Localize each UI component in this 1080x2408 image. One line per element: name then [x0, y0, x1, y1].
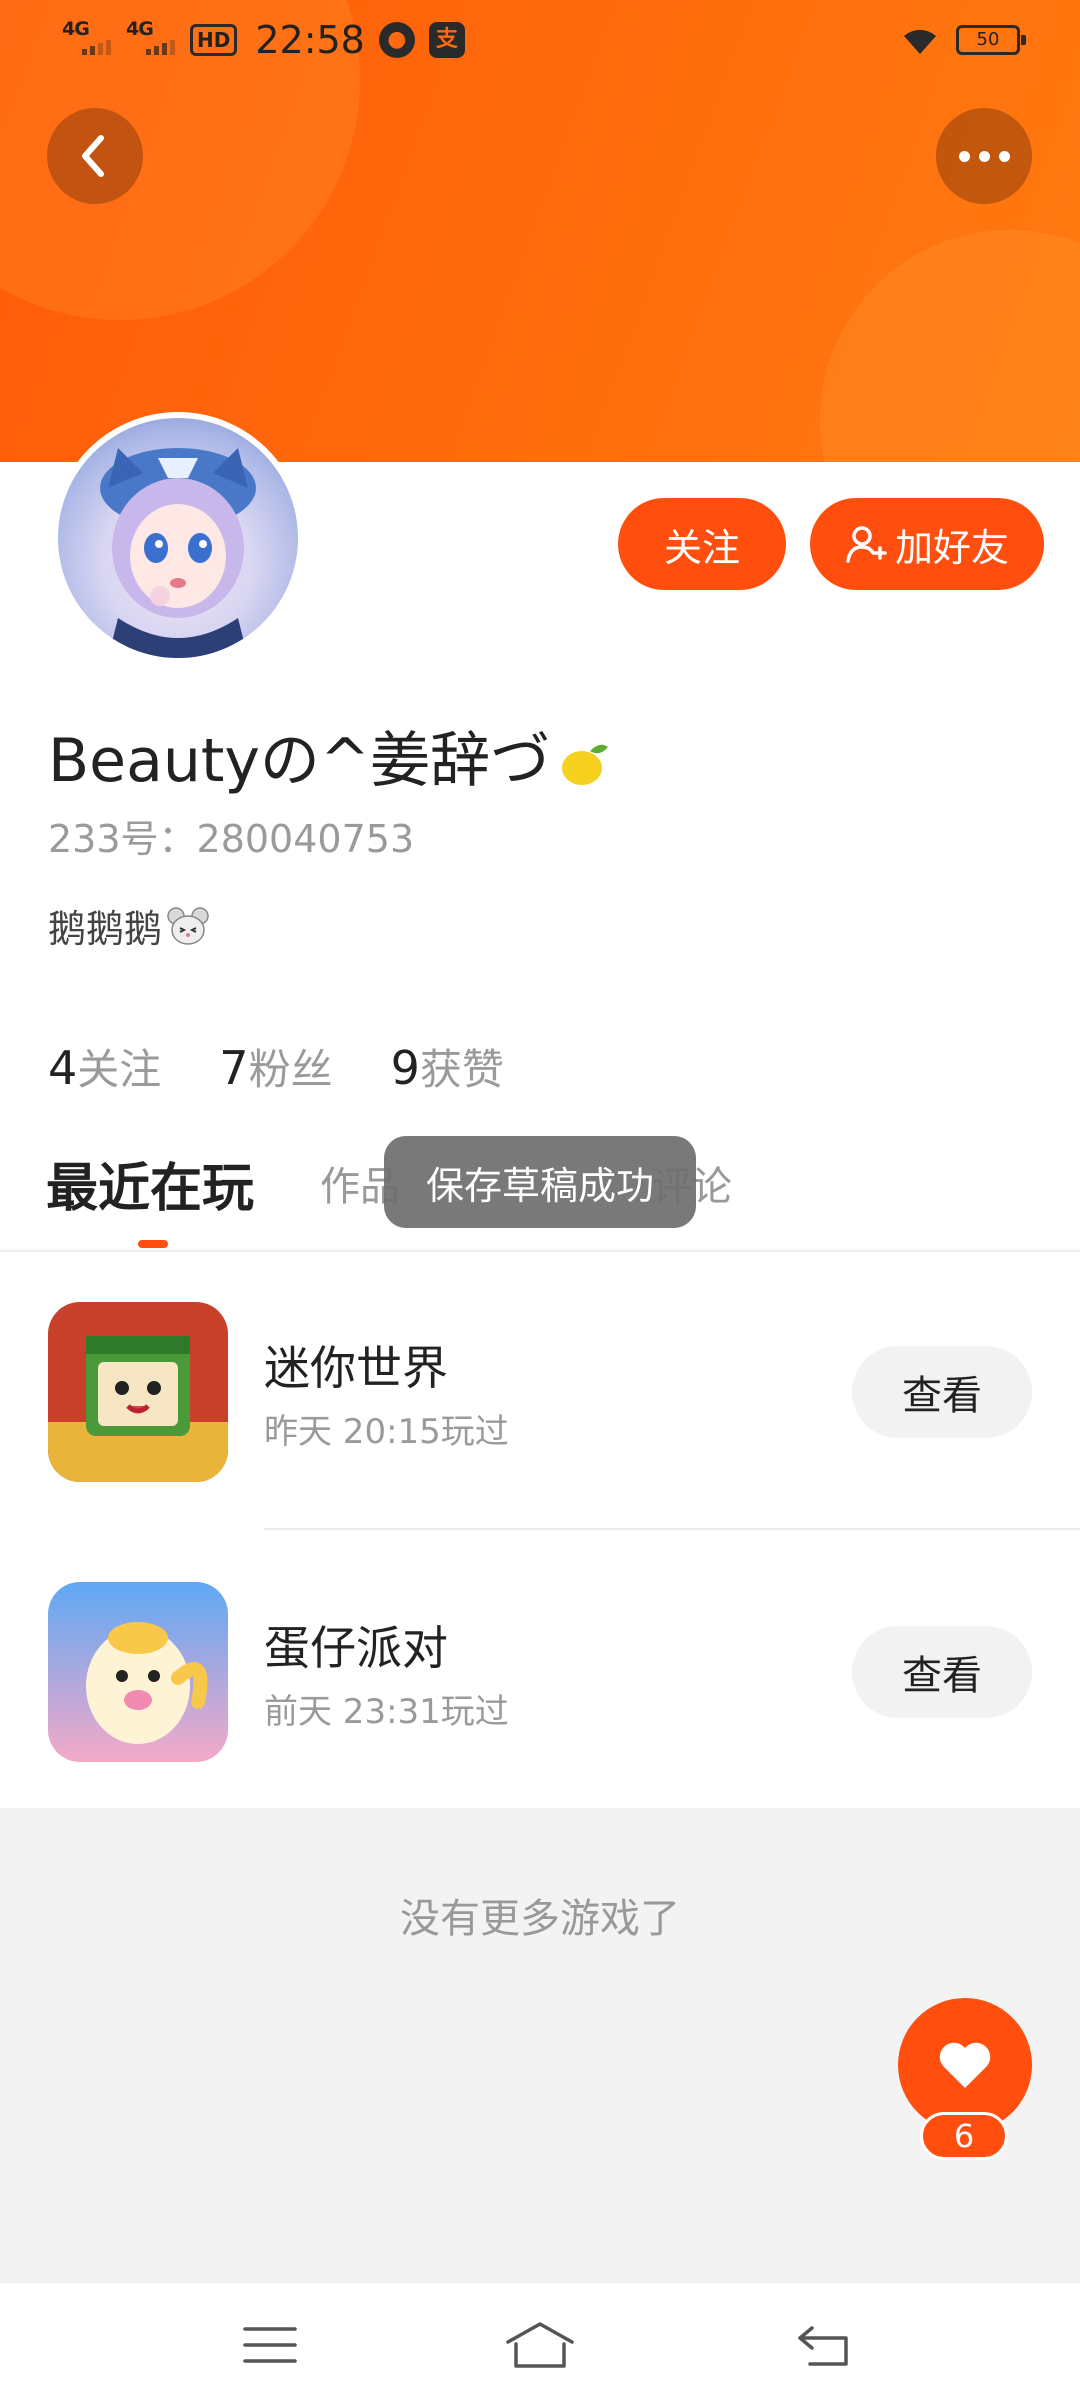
stat-following[interactable]: 4关注 [48, 1036, 161, 1097]
clock: 22:58 [255, 18, 365, 62]
view-game-button[interactable]: 查看 [852, 1346, 1032, 1438]
game-last-played: 昨天 20:15玩过 [264, 1412, 509, 1452]
heart-icon [939, 2042, 991, 2088]
profile-bio: 鹅鹅鹅 [48, 898, 210, 953]
list-item[interactable]: 蛋仔派对 前天 23:31玩过 查看 [0, 1532, 1080, 1810]
follow-button[interactable]: 关注 [618, 498, 786, 590]
wechat-icon: ● [378, 22, 415, 58]
hd-voice-icon: HD [190, 24, 238, 56]
like-count-badge: 6 [920, 2112, 1008, 2160]
battery-icon: 50 [956, 25, 1026, 55]
more-button[interactable] [936, 108, 1032, 204]
toast-message: 保存草稿成功 [384, 1136, 696, 1228]
profile-nickname: Beautyの^姜辞づ [48, 712, 610, 799]
stat-fans[interactable]: 7粉丝 [219, 1036, 332, 1097]
profile-banner: 4G 4G HD 22:58 ● 支 50 [0, 0, 1080, 462]
wifi-icon [904, 29, 936, 54]
signal-icon: 4G [126, 18, 176, 62]
stat-likes[interactable]: 9获赞 [391, 1036, 504, 1097]
divider [264, 1528, 1080, 1530]
mini-world-game-icon [48, 1302, 228, 1482]
profile-stats: 4关注 7粉丝 9获赞 [48, 1036, 504, 1097]
add-friend-button[interactable]: 加好友 [810, 498, 1044, 590]
home-icon[interactable] [500, 2313, 580, 2377]
signal-icon: 4G [62, 18, 112, 62]
tab-indicator [138, 1240, 168, 1248]
game-name: 迷你世界 [264, 1341, 448, 1395]
add-user-icon [846, 526, 887, 563]
mouse-emoji-icon [167, 906, 209, 945]
status-bar: 4G 4G HD 22:58 ● 支 50 [0, 0, 1080, 80]
menu-icon[interactable] [230, 2313, 310, 2377]
view-game-button[interactable]: 查看 [852, 1626, 1032, 1718]
back-arrow-icon[interactable] [784, 2313, 864, 2377]
avatar[interactable] [52, 412, 304, 664]
more-dots-icon [958, 150, 1010, 162]
system-nav-bar [0, 2282, 1080, 2408]
avatar-image [100, 448, 256, 658]
alipay-icon: 支 [428, 22, 465, 58]
list-item[interactable]: 迷你世界 昨天 20:15玩过 查看 [0, 1252, 1080, 1530]
user-id: 233号：280040753 [48, 817, 415, 861]
tab-recently-played[interactable]: 最近在玩 [46, 1146, 254, 1221]
game-last-played: 前天 23:31玩过 [264, 1692, 509, 1732]
eggy-party-game-icon [48, 1582, 228, 1762]
chevron-left-icon [82, 135, 104, 177]
back-button[interactable] [47, 108, 143, 204]
lemon-emoji-icon [562, 745, 609, 786]
no-more-games-text: 没有更多游戏了 [400, 1896, 680, 1942]
game-name: 蛋仔派对 [264, 1621, 448, 1675]
